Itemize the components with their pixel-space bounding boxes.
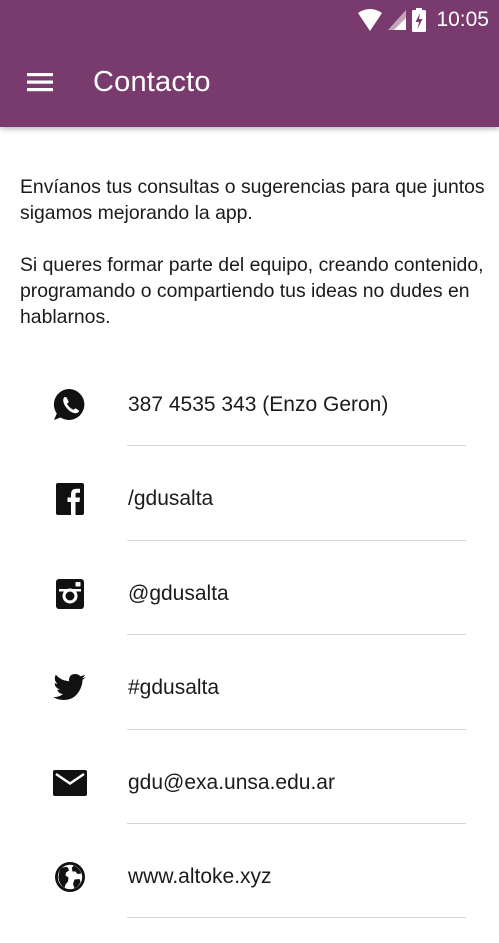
twitter-icon: [50, 668, 90, 708]
battery-charging-icon: [412, 8, 427, 32]
divider: [127, 728, 466, 730]
intro-paragraph: Envíanos tus consultas o sugerencias par…: [20, 176, 485, 224]
intro-paragraph: Si queres formar parte del equipo, crean…: [20, 254, 484, 328]
contact-label: /gdusalta: [128, 487, 214, 511]
contact-label: 387 4535 343 (Enzo Geron): [128, 393, 389, 416]
contact-item-email[interactable]: gdu@exa.unsa.edu.ar: [0, 738, 499, 832]
cell-signal-icon: [388, 10, 407, 30]
contact-item-whatsapp[interactable]: 387 4535 343 (Enzo Geron): [0, 360, 499, 454]
instagram-icon: [50, 574, 90, 614]
contact-item-instagram[interactable]: @gdusalta: [0, 549, 499, 643]
divider: [127, 634, 466, 636]
app-bar: 10:05 Contacto: [0, 0, 499, 127]
contact-list: 387 4535 343 (Enzo Geron) /gdusalta @gdu…: [0, 360, 499, 926]
contact-label: www.altoke.xyz: [128, 864, 272, 888]
contact-item-website[interactable]: www.altoke.xyz: [0, 832, 499, 926]
contact-label: gdu@exa.unsa.edu.ar: [128, 770, 335, 794]
status-bar: 10:05: [0, 0, 499, 40]
divider: [127, 917, 466, 919]
contact-item-facebook[interactable]: /gdusalta: [0, 454, 499, 548]
contact-label: @gdusalta: [128, 581, 229, 605]
divider: [127, 539, 466, 541]
page-title: Contacto: [93, 66, 211, 98]
intro-text: Envíanos tus consultas o sugerencias par…: [20, 174, 485, 330]
divider: [127, 445, 466, 447]
email-icon: [50, 763, 90, 803]
divider: [127, 822, 466, 824]
wifi-icon: [358, 9, 383, 31]
globe-icon: [50, 857, 90, 897]
contact-label: #gdusalta: [128, 676, 220, 700]
contact-item-twitter[interactable]: #gdusalta: [0, 643, 499, 737]
status-time: 10:05: [436, 8, 489, 31]
menu-button[interactable]: [16, 60, 64, 104]
facebook-icon: [50, 479, 90, 519]
menu-icon: [27, 73, 53, 92]
status-icons: 10:05: [358, 6, 489, 34]
whatsapp-icon: [50, 385, 90, 425]
